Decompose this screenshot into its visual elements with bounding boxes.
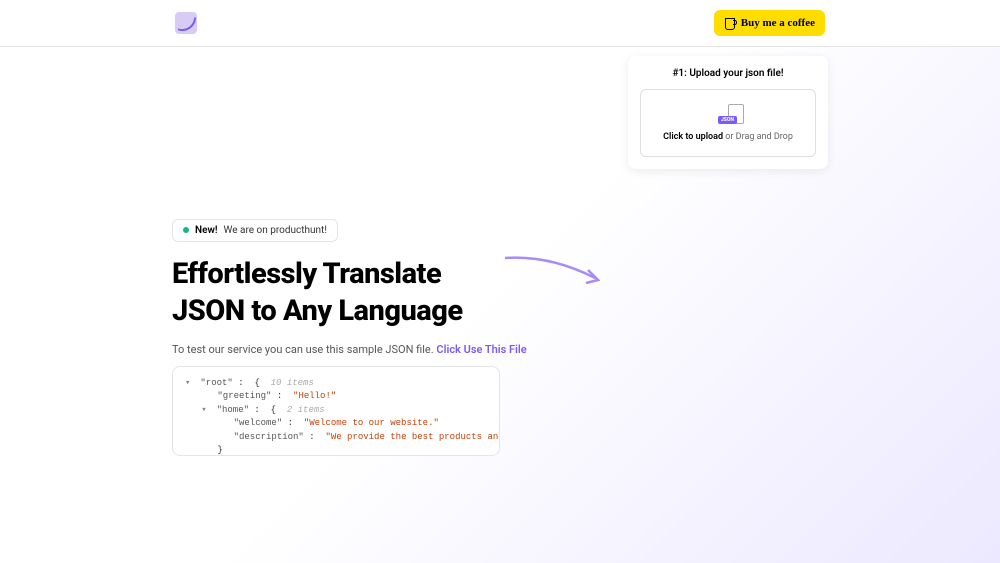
header: Buy me a coffee — [0, 0, 1000, 47]
upload-panel: #1: Upload your json file! Click to uplo… — [628, 56, 828, 169]
sample-file-link[interactable]: Click Use This File — [436, 343, 526, 356]
subtitle: To test our service you can use this sam… — [172, 343, 672, 356]
hero-title-line2: JSON to Any Language — [172, 294, 463, 328]
hero-title: Effortlessly Translate JSON to Any Langu… — [172, 256, 672, 331]
upload-or-text: or Drag and Drop — [723, 132, 793, 142]
logo[interactable] — [175, 12, 197, 34]
upload-dropzone[interactable]: Click to upload or Drag and Drop — [640, 89, 816, 157]
json-line: "greeting" : "Hello!" — [185, 390, 487, 404]
hero-title-line1: Effortlessly Translate — [172, 257, 441, 291]
subtitle-text: To test our service you can use this sam… — [172, 343, 436, 356]
producthunt-badge[interactable]: New! We are on producthunt! — [172, 219, 338, 242]
json-line: "welcome" : "Welcome to our website." — [185, 417, 487, 431]
upload-click-label: Click to upload — [663, 132, 723, 142]
buy-coffee-button[interactable]: Buy me a coffee — [714, 10, 825, 36]
json-line: "description" : "We provide the best pro… — [185, 431, 487, 445]
json-line: ▾ "root" : { 10 items — [185, 377, 487, 391]
badge-text: We are on producthunt! — [224, 225, 327, 236]
main-content: New! We are on producthunt! Effortlessly… — [172, 218, 672, 456]
json-line: ▾ "home" : { 2 items — [185, 404, 487, 418]
badge-new-label: New! — [195, 225, 218, 236]
coffee-button-label: Buy me a coffee — [741, 17, 815, 29]
upload-step-title: #1: Upload your json file! — [640, 68, 816, 79]
json-line: } — [185, 444, 487, 456]
json-file-icon — [720, 104, 736, 124]
upload-text: Click to upload or Drag and Drop — [651, 132, 805, 142]
status-dot-icon — [183, 227, 189, 233]
coffee-icon — [724, 16, 736, 30]
json-preview-box: ▾ "root" : { 10 items "greeting" : "Hell… — [172, 366, 500, 456]
